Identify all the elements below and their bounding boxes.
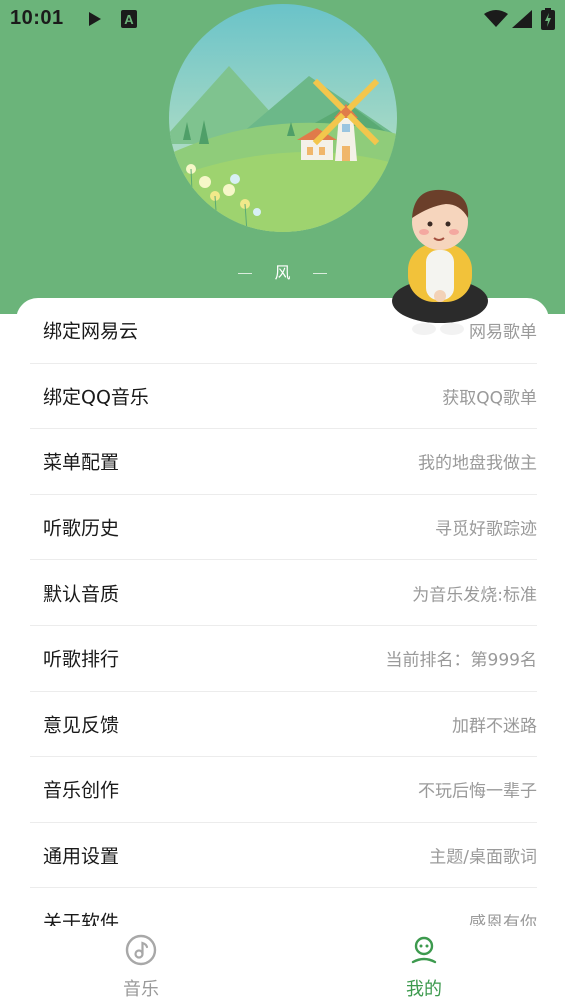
album-cover[interactable] bbox=[169, 4, 397, 232]
menu-item-menu-config[interactable]: 菜单配置 我的地盘我做主 bbox=[30, 429, 537, 495]
menu-item-label: 菜单配置 bbox=[43, 451, 120, 474]
menu-list: 绑定网易云 网易歌单 绑定QQ音乐 获取QQ歌单 菜单配置 我的地盘我做主 听歌… bbox=[30, 298, 537, 954]
bottom-nav: 音乐 我的 bbox=[0, 926, 565, 1004]
status-time: 10:01 bbox=[10, 7, 64, 29]
battery-charging-icon bbox=[541, 8, 555, 30]
menu-item-music-creation[interactable]: 音乐创作 不玩后悔一辈子 bbox=[30, 757, 537, 823]
signal-icon bbox=[512, 10, 532, 28]
tab-music-label: 音乐 bbox=[123, 979, 159, 1000]
tab-music[interactable]: 音乐 bbox=[81, 926, 201, 1004]
menu-item-label: 意见反馈 bbox=[43, 714, 120, 737]
play-icon bbox=[89, 12, 101, 26]
menu-item-default-quality[interactable]: 默认音质 为音乐发烧:标准 bbox=[30, 560, 537, 626]
menu-item-general-settings[interactable]: 通用设置 主题/桌面歌词 bbox=[30, 823, 537, 889]
menu-item-listen-ranking[interactable]: 听歌排行 当前排名：第999名 bbox=[30, 626, 537, 692]
user-profile-icon bbox=[411, 936, 437, 964]
menu-item-label: 绑定网易云 bbox=[43, 320, 139, 343]
menu-item-feedback[interactable]: 意见反馈 加群不迷路 bbox=[30, 692, 537, 758]
menu-item-desc: 当前排名：第999名 bbox=[385, 650, 537, 671]
menu-item-desc: 寻觅好歌踪迹 bbox=[435, 519, 537, 540]
menu-item-label: 听歌排行 bbox=[43, 648, 120, 671]
title-right-dash bbox=[312, 273, 327, 274]
menu-item-desc: 不玩后悔一辈子 bbox=[418, 781, 537, 802]
settings-card: 绑定网易云 网易歌单 绑定QQ音乐 获取QQ歌单 菜单配置 我的地盘我做主 听歌… bbox=[16, 298, 549, 938]
music-disc-icon bbox=[125, 934, 157, 966]
menu-item-label: 听歌历史 bbox=[43, 517, 120, 540]
menu-item-label: 绑定QQ音乐 bbox=[43, 386, 149, 409]
tab-mine-label: 我的 bbox=[406, 979, 442, 1000]
menu-item-desc: 加群不迷路 bbox=[452, 716, 537, 737]
svg-text:A: A bbox=[124, 12, 134, 27]
menu-item-listen-history[interactable]: 听歌历史 寻觅好歌踪迹 bbox=[30, 495, 537, 561]
a-box-icon: A bbox=[121, 10, 137, 28]
song-title-text: 风 bbox=[274, 263, 291, 282]
menu-item-desc: 为音乐发烧:标准 bbox=[412, 585, 537, 606]
menu-item-desc: 我的地盘我做主 bbox=[418, 453, 537, 474]
tab-mine[interactable]: 我的 bbox=[364, 926, 484, 1004]
title-left-dash bbox=[238, 273, 253, 274]
menu-item-bind-qq-music[interactable]: 绑定QQ音乐 获取QQ歌单 bbox=[30, 364, 537, 430]
menu-item-label: 通用设置 bbox=[43, 845, 120, 868]
menu-item-desc: 主题/桌面歌词 bbox=[429, 847, 537, 868]
mascot-figure bbox=[392, 189, 488, 335]
menu-item-desc: 获取QQ歌单 bbox=[442, 388, 537, 409]
menu-item-label: 默认音质 bbox=[43, 583, 120, 606]
wifi-icon bbox=[484, 10, 508, 27]
album-cover-art bbox=[169, 4, 397, 232]
menu-item-label: 音乐创作 bbox=[43, 779, 120, 802]
